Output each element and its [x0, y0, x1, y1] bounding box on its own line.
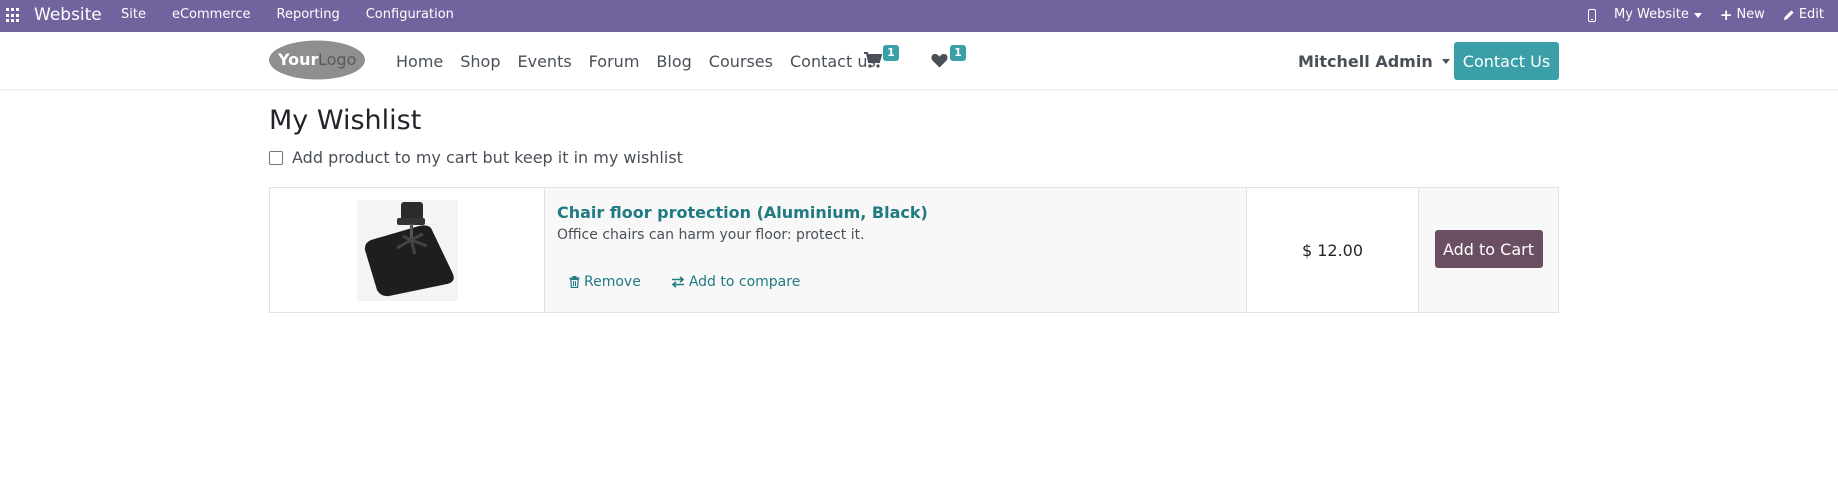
- apps-menu-icon[interactable]: [6, 8, 21, 23]
- website-switcher[interactable]: My Website: [1614, 6, 1702, 24]
- new-button[interactable]: + New: [1720, 6, 1765, 24]
- exchange-icon: [671, 276, 685, 288]
- product-image-cell: [270, 188, 545, 312]
- wishlist-link[interactable]: 1: [931, 45, 966, 72]
- page-title: My Wishlist: [269, 105, 422, 136]
- nav-home[interactable]: Home: [396, 51, 443, 72]
- edit-button[interactable]: Edit: [1783, 6, 1824, 24]
- product-actions: Remove Add to compare: [569, 273, 830, 291]
- product-price-cell: $ 12.00: [1247, 188, 1419, 312]
- nav-events[interactable]: Events: [518, 51, 572, 72]
- cart-count-badge: 1: [883, 45, 899, 61]
- mobile-preview-icon[interactable]: [1588, 8, 1596, 22]
- product-action-cell: Add to Cart: [1419, 188, 1558, 312]
- user-menu[interactable]: Mitchell Admin: [1298, 51, 1450, 72]
- trash-icon: [569, 276, 580, 288]
- heart-icon: [931, 54, 948, 68]
- nav-forum[interactable]: Forum: [589, 51, 640, 72]
- keep-in-wishlist-label[interactable]: Add product to my cart but keep it in my…: [292, 148, 683, 168]
- add-to-compare-button[interactable]: Add to compare: [671, 273, 801, 291]
- cart-link[interactable]: 1: [864, 45, 899, 72]
- website-header: Your Logo Home Shop Events Forum Blog Co…: [0, 32, 1838, 90]
- svg-text:Logo: Logo: [318, 50, 356, 69]
- menu-ecommerce[interactable]: eCommerce: [172, 6, 251, 24]
- website-switcher-label: My Website: [1614, 7, 1689, 22]
- wishlist-count-badge: 1: [950, 45, 966, 61]
- admin-menu: Site eCommerce Reporting Configuration: [121, 6, 480, 24]
- keep-in-wishlist-checkbox[interactable]: [269, 151, 283, 165]
- caret-down-icon: [1441, 59, 1450, 64]
- edit-label: Edit: [1798, 7, 1824, 22]
- admin-actions: My Website + New Edit: [1588, 6, 1838, 24]
- pencil-icon: [1783, 9, 1795, 21]
- contact-us-button[interactable]: Contact Us: [1454, 42, 1559, 80]
- nav-shop[interactable]: Shop: [460, 51, 500, 72]
- caret-down-icon: [1693, 12, 1702, 18]
- new-label: New: [1736, 7, 1765, 22]
- add-to-compare-label: Add to compare: [688, 274, 801, 290]
- product-description: Office chairs can harm your floor: prote…: [557, 227, 865, 243]
- nav-blog[interactable]: Blog: [656, 51, 691, 72]
- company-logo[interactable]: Your Logo: [268, 40, 366, 80]
- product-name-link[interactable]: Chair floor protection (Aluminium, Black…: [557, 203, 928, 223]
- remove-label: Remove: [584, 274, 641, 290]
- product-price: $ 12.00: [1301, 240, 1364, 260]
- menu-configuration[interactable]: Configuration: [366, 6, 454, 24]
- nav-courses[interactable]: Courses: [709, 51, 773, 72]
- admin-navbar: Website Site eCommerce Reporting Configu…: [0, 0, 1838, 32]
- menu-reporting[interactable]: Reporting: [277, 6, 340, 24]
- nav-contact-us[interactable]: Contact us: [790, 51, 876, 72]
- remove-button[interactable]: Remove: [569, 273, 641, 291]
- user-name: Mitchell Admin: [1298, 52, 1433, 71]
- keep-in-wishlist-option: Add product to my cart but keep it in my…: [269, 148, 683, 168]
- svg-text:Your: Your: [277, 50, 319, 69]
- shopping-cart-icon: [864, 52, 883, 68]
- wishlist-table: Chair floor protection (Aluminium, Black…: [269, 187, 1559, 313]
- main-menu: Home Shop Events Forum Blog Courses Cont…: [396, 51, 893, 72]
- add-to-cart-button[interactable]: Add to Cart: [1434, 230, 1543, 268]
- product-image[interactable]: [357, 200, 458, 301]
- plus-icon: +: [1719, 5, 1733, 24]
- app-brand[interactable]: Website: [34, 4, 102, 26]
- menu-site[interactable]: Site: [121, 6, 146, 24]
- product-info-cell: Chair floor protection (Aluminium, Black…: [545, 188, 1247, 312]
